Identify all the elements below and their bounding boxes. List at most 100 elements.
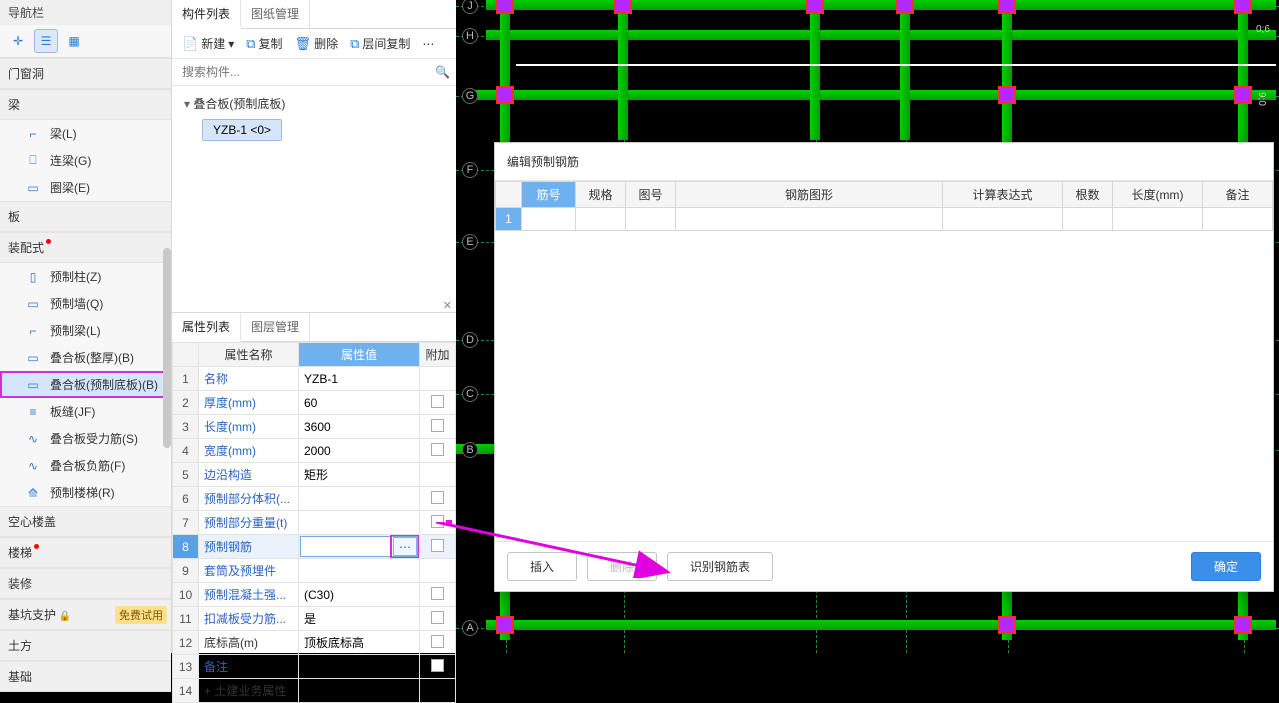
property-panel: ✕ 属性列表 图层管理 属性名称属性值附加 1名称YZB-1 2厚度(mm)60…	[172, 312, 456, 653]
joint-icon: ≡	[24, 405, 42, 419]
insert-button[interactable]: 插入	[507, 552, 577, 581]
nav-lam-slab-full[interactable]: ▭叠合板(整厚)(B)	[0, 344, 171, 371]
nav-precast-col[interactable]: ▯预制柱(Z)	[0, 263, 171, 290]
floor-copy-button[interactable]: ⧉层间复制	[346, 33, 414, 54]
nav-lianliang[interactable]: ⎕连梁(G)	[0, 147, 171, 174]
checkbox[interactable]	[431, 539, 444, 552]
col-note[interactable]: 备注	[1203, 182, 1273, 208]
axis-A: A	[462, 620, 478, 636]
slab-bottom-icon: ▭	[24, 378, 42, 392]
delete-button[interactable]: 删除	[587, 552, 657, 581]
grid-icon[interactable]: ▦	[62, 29, 86, 53]
col-count[interactable]: 根数	[1063, 182, 1113, 208]
section-stair[interactable]: 楼梯	[0, 537, 171, 568]
section-earth[interactable]: 土方	[0, 630, 171, 661]
section-decor[interactable]: 装修	[0, 568, 171, 599]
nav-beam-l[interactable]: ⌐梁(L)	[0, 120, 171, 147]
list-icon[interactable]: ☰	[34, 29, 58, 53]
tab-components[interactable]: 构件列表	[172, 0, 241, 29]
sidebar-scrollbar[interactable]	[163, 248, 171, 448]
prop-tabs: 属性列表 图层管理	[172, 313, 456, 342]
search-icon[interactable]: 🔍	[435, 65, 450, 79]
axis-B: B	[462, 442, 478, 458]
section-slab[interactable]: 板	[0, 201, 171, 232]
close-icon[interactable]: ✕	[443, 299, 452, 312]
col-tuhao[interactable]: 图号	[626, 182, 676, 208]
nav-sidebar: 导航栏 ✛ ☰ ▦ 门窗洞 梁 ⌐梁(L) ⎕连梁(G) ▭圈梁(E) 板 装配…	[0, 0, 172, 653]
ok-button[interactable]: 确定	[1191, 552, 1261, 581]
axis-F: F	[462, 162, 478, 178]
nav-slab-rebar-s[interactable]: ∿叠合板受力筋(S)	[0, 425, 171, 452]
nav-slab-joint[interactable]: ≡板缝(JF)	[0, 398, 171, 425]
col-shape[interactable]: 钢筋图形	[676, 182, 943, 208]
precast-col-icon: ▯	[24, 270, 42, 284]
rebar-dialog: 编辑预制钢筋 筋号 规格 图号 钢筋图形 计算表达式 根数 长度(mm) 备注 …	[494, 142, 1274, 592]
component-tree: 叠合板(预制底板) YZB-1 <0>	[172, 86, 456, 147]
nav-quanliang[interactable]: ▭圈梁(E)	[0, 174, 171, 201]
dim-label: 0;6	[1256, 24, 1270, 35]
delete-button[interactable]: 🗑删除	[291, 33, 343, 54]
row-1[interactable]: 1	[496, 208, 522, 231]
precast-beam-icon: ⌐	[24, 324, 42, 338]
ellipsis-button[interactable]: ⋯	[393, 537, 417, 556]
rebar-f-icon: ∿	[24, 459, 42, 473]
axis-E: E	[462, 234, 478, 250]
quanliang-icon: ▭	[24, 181, 42, 195]
stair-icon: ⟰	[24, 486, 42, 500]
checkbox[interactable]	[431, 395, 444, 408]
section-found[interactable]: 基础	[0, 661, 171, 692]
tree-parent[interactable]: 叠合板(预制底板)	[180, 92, 448, 115]
dialog-title: 编辑预制钢筋	[495, 143, 1273, 181]
nav-lam-slab-bottom[interactable]: ▭叠合板(预制底板)(B)	[0, 371, 171, 398]
tab-layers[interactable]: 图层管理	[241, 313, 310, 341]
more-button[interactable]: ⋯	[418, 35, 438, 53]
section-hollow[interactable]: 空心楼盖	[0, 506, 171, 537]
tab-drawings[interactable]: 图纸管理	[241, 0, 310, 28]
col-jinhao[interactable]: 筋号	[522, 182, 576, 208]
col-expr[interactable]: 计算表达式	[943, 182, 1063, 208]
beam-icon: ⌐	[24, 127, 42, 141]
checkbox[interactable]	[431, 419, 444, 432]
dialog-body: 筋号 规格 图号 钢筋图形 计算表达式 根数 长度(mm) 备注 1	[495, 181, 1273, 541]
checkbox[interactable]	[431, 635, 444, 648]
nav-slab-rebar-f[interactable]: ∿叠合板负筋(F)	[0, 452, 171, 479]
checkbox[interactable]	[431, 587, 444, 600]
checkbox[interactable]	[431, 515, 444, 528]
tab-properties[interactable]: 属性列表	[172, 313, 241, 342]
chevron-down-icon: ▾	[228, 37, 234, 51]
recognize-button[interactable]: 识别钢筋表	[667, 552, 773, 581]
rebar-s-icon: ∿	[24, 432, 42, 446]
component-toolbar: 📄新建 ▾ ⧉复制 🗑删除 ⧉层间复制 ⋯	[172, 29, 456, 59]
free-trial-badge[interactable]: 免费试用	[115, 606, 167, 624]
new-icon: 📄	[182, 36, 198, 52]
checkbox[interactable]	[431, 491, 444, 504]
tree-leaf-yzb1[interactable]: YZB-1 <0>	[202, 119, 282, 141]
checkbox[interactable]	[431, 659, 444, 672]
checkbox[interactable]	[431, 443, 444, 456]
axis-H: H	[462, 28, 478, 44]
cursor-icon[interactable]: ✛	[6, 29, 30, 53]
rebar-table[interactable]: 筋号 规格 图号 钢筋图形 计算表达式 根数 长度(mm) 备注 1	[495, 181, 1273, 231]
nav-precast-wall[interactable]: ▭预制墙(Q)	[0, 290, 171, 317]
nav-precast-beam[interactable]: ⌐预制梁(L)	[0, 317, 171, 344]
col-guige[interactable]: 规格	[576, 182, 626, 208]
col-length[interactable]: 长度(mm)	[1113, 182, 1203, 208]
section-beam[interactable]: 梁	[0, 89, 171, 120]
prop-rebar-cell[interactable]: ⋯	[299, 535, 420, 559]
axis-J: J	[462, 0, 478, 14]
checkbox[interactable]	[431, 611, 444, 624]
search-input[interactable]	[178, 61, 435, 83]
new-button[interactable]: 📄新建 ▾	[178, 33, 238, 54]
precast-wall-icon: ▭	[24, 297, 42, 311]
section-pit[interactable]: 基坑支护 🔒免费试用	[0, 599, 171, 630]
dialog-footer: 插入 删除 识别钢筋表 确定	[495, 541, 1273, 591]
section-assembly[interactable]: 装配式	[0, 232, 171, 263]
section-window[interactable]: 门窗洞	[0, 58, 171, 89]
property-table: 属性名称属性值附加 1名称YZB-1 2厚度(mm)60 3长度(mm)3600…	[172, 342, 456, 703]
copy-button[interactable]: ⧉复制	[242, 33, 286, 54]
nav-precast-stair[interactable]: ⟰预制楼梯(R)	[0, 479, 171, 506]
cell-jinhao[interactable]	[522, 208, 576, 231]
delete-icon: 🗑	[295, 36, 312, 52]
mid-tabs: 构件列表 图纸管理	[172, 0, 456, 29]
axis-D: D	[462, 332, 478, 348]
